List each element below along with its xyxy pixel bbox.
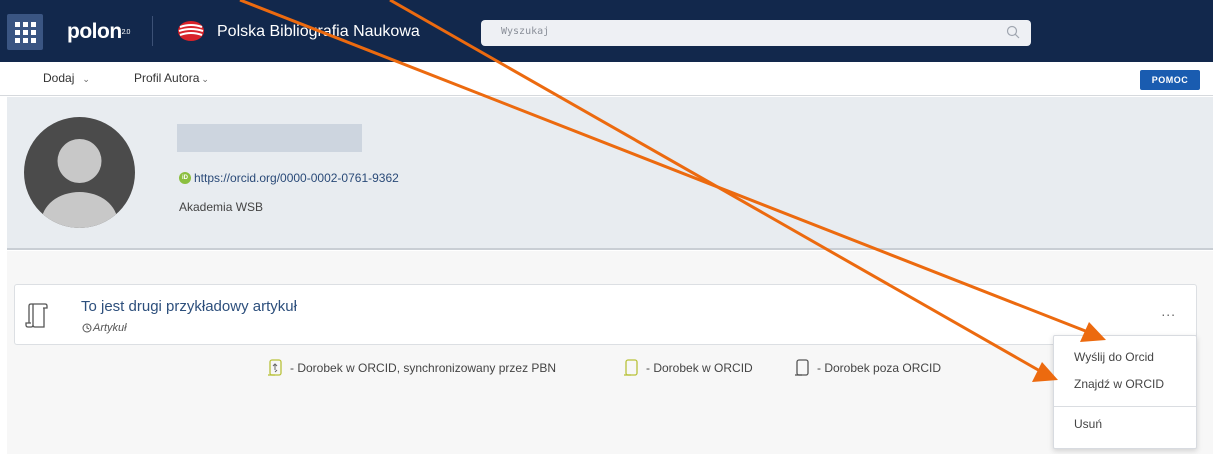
- scroll-gray-icon: [795, 359, 809, 376]
- content-area: [7, 251, 1213, 454]
- chevron-down-icon: ⌄: [201, 74, 209, 84]
- author-profile-header: iD https://orcid.org/0000-0002-0761-9362…: [7, 97, 1213, 250]
- legend-item-synced: - Dorobek w ORCID, synchronizowany przez…: [266, 358, 556, 378]
- pbn-logo-icon: [178, 21, 204, 41]
- publication-type: Artykuł: [82, 322, 127, 334]
- legend-item-orcid: - Dorobek w ORCID: [622, 358, 753, 378]
- chevron-down-icon: ⌄: [82, 74, 90, 84]
- scroll-green-icon: [624, 359, 638, 376]
- menu-item-send-to-orcid[interactable]: Wyślij do Orcid: [1074, 350, 1154, 364]
- orcid-row: iD https://orcid.org/0000-0002-0761-9362: [179, 171, 399, 185]
- publication-card[interactable]: To jest drugi przykładowy artykuł Artyku…: [14, 284, 1197, 345]
- polon-logo[interactable]: polon2.0: [67, 21, 130, 43]
- apps-menu-button[interactable]: [7, 14, 43, 50]
- menu-item-find-in-orcid[interactable]: Znajdź w ORCID: [1074, 377, 1164, 391]
- menu-dodaj-label: Dodaj: [43, 71, 75, 85]
- clock-icon: [82, 323, 92, 333]
- user-silhouette-icon: [41, 139, 118, 228]
- menu-profil-autora[interactable]: Profil Autora ⌄: [134, 71, 209, 85]
- header-divider: [152, 16, 153, 46]
- menu-dodaj[interactable]: Dodaj ⌄: [43, 71, 90, 85]
- author-affiliation: Akademia WSB: [179, 200, 264, 214]
- menu-divider: [1054, 406, 1196, 407]
- grid-icon: [14, 21, 36, 43]
- search-input[interactable]: Wyszukaj: [501, 26, 549, 37]
- scroll-sync-icon: [268, 359, 282, 376]
- orcid-icon: iD: [179, 172, 191, 184]
- publication-actions-menu: Wyślij do Orcid Znajdź w ORCID Usuń: [1053, 335, 1197, 449]
- legend-label-synced: - Dorobek w ORCID, synchronizowany przez…: [290, 361, 557, 375]
- search-icon[interactable]: [1006, 25, 1021, 40]
- author-name-redacted: [177, 124, 362, 152]
- avatar: [24, 117, 135, 228]
- scroll-gray-icon: [25, 303, 48, 328]
- legend-item-outside: - Dorobek poza ORCID: [793, 358, 941, 378]
- legend-label-orcid: - Dorobek w ORCID: [646, 361, 753, 375]
- sub-navigation: Dodaj ⌄ Profil Autora ⌄: [0, 62, 1213, 96]
- search-field[interactable]: Wyszukaj: [481, 20, 1031, 46]
- help-button[interactable]: POMOC: [1140, 70, 1200, 90]
- more-options-button[interactable]: ...: [1161, 303, 1176, 319]
- publication-title[interactable]: To jest drugi przykładowy artykuł: [81, 298, 297, 315]
- menu-profil-label: Profil Autora: [134, 71, 200, 85]
- app-title[interactable]: Polska Bibliografia Naukowa: [217, 21, 420, 43]
- orcid-link[interactable]: https://orcid.org/0000-0002-0761-9362: [194, 171, 399, 185]
- publication-type-label: Artykuł: [93, 322, 127, 334]
- menu-item-delete[interactable]: Usuń: [1074, 417, 1102, 431]
- legend-label-outside: - Dorobek poza ORCID: [817, 361, 942, 375]
- top-bar: polon2.0 Polska Bibliografia Naukowa Wys…: [0, 0, 1213, 62]
